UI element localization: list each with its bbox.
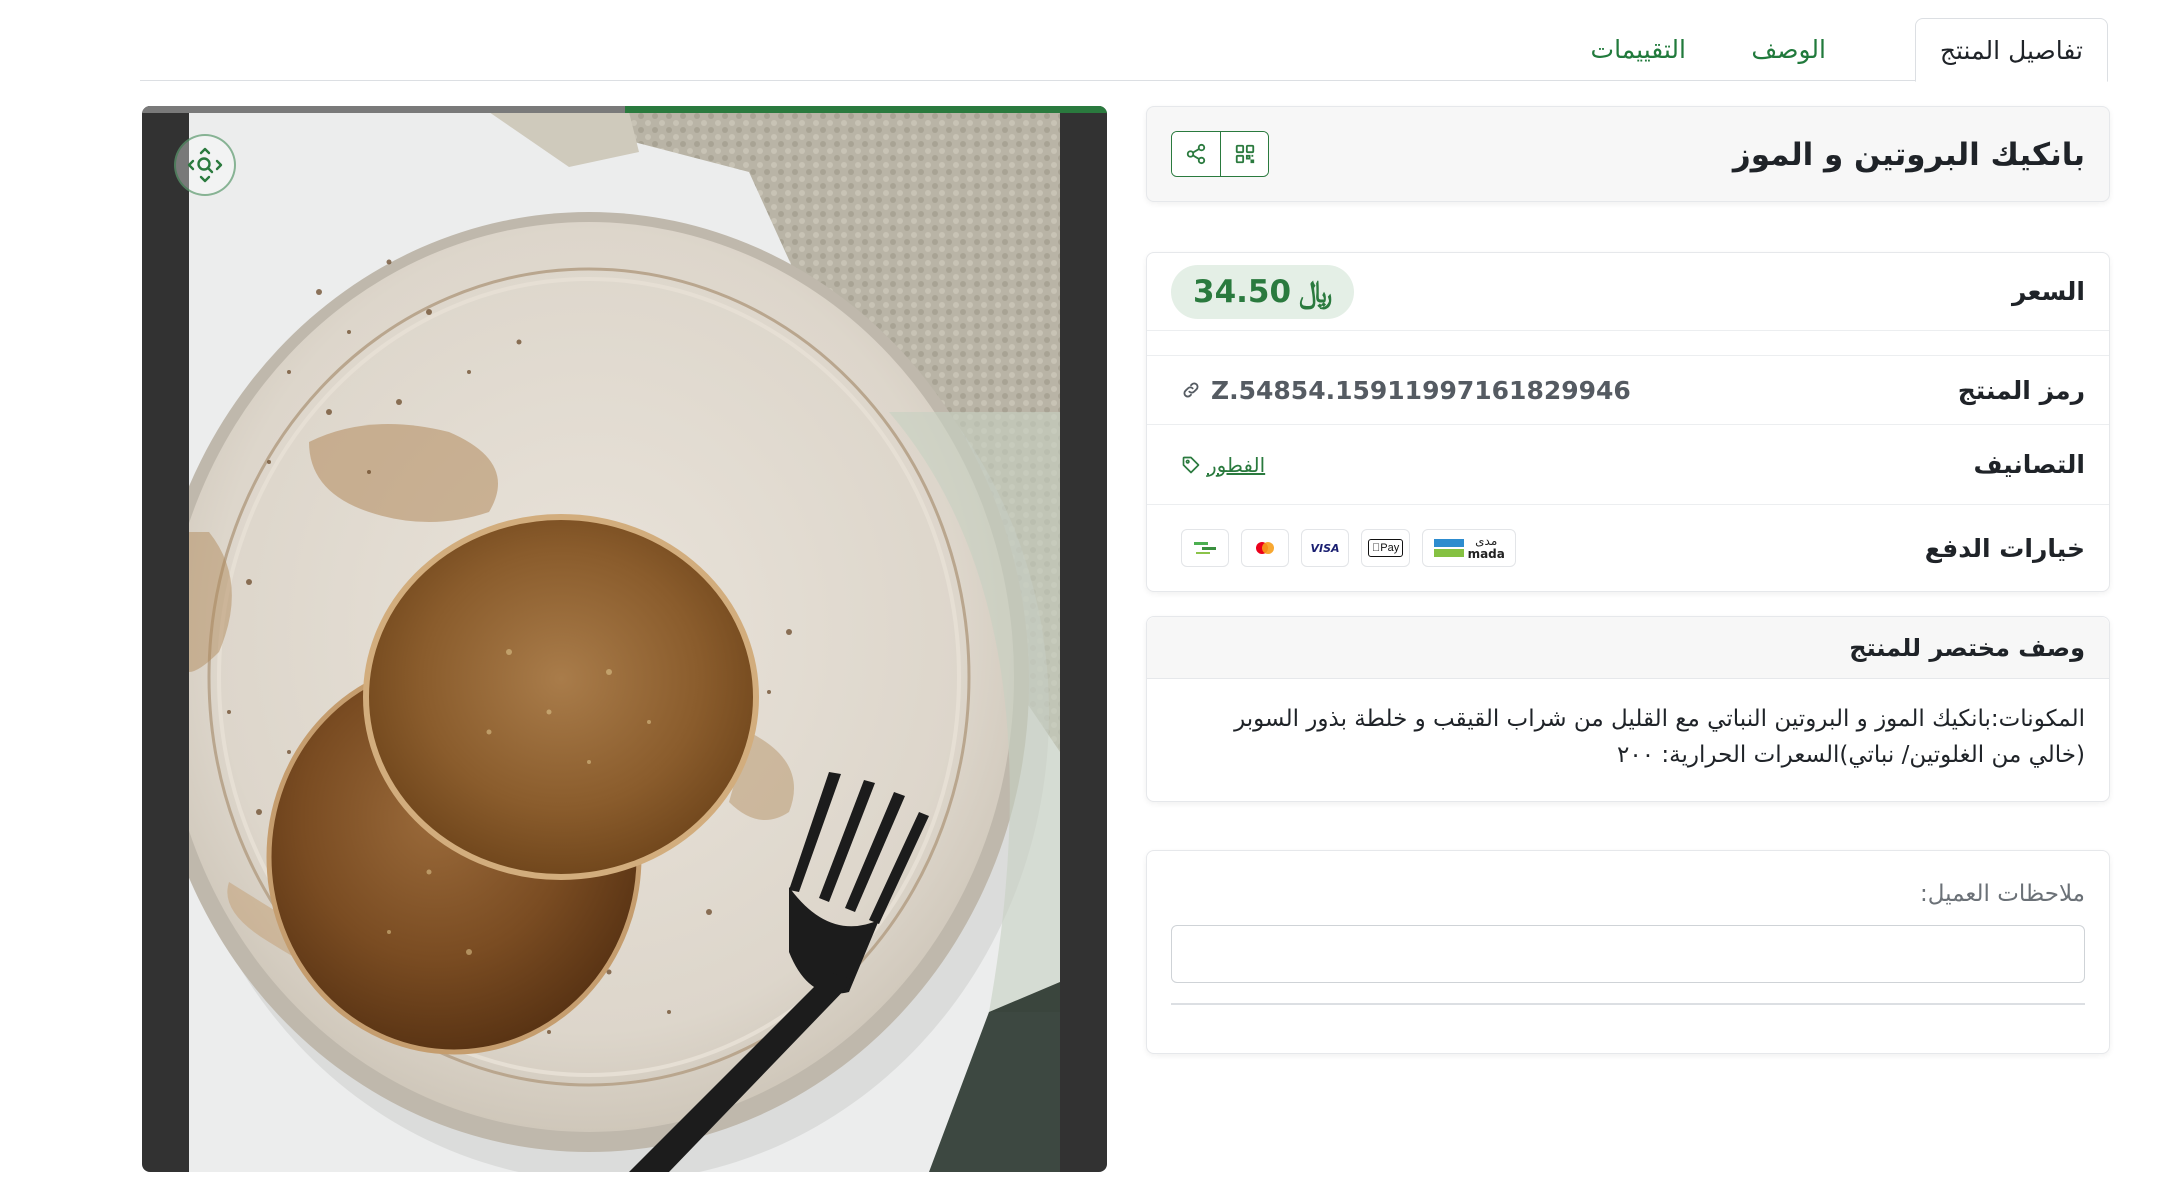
tab-product-details[interactable]: تفاصيل المنتج <box>1914 18 2108 82</box>
payment-options-row: خيارات الدفع VISA Pay <box>1147 505 2109 591</box>
mastercard-icon <box>1241 529 1289 567</box>
sku-row: رمز المنتج Z.54854.15911997161829946 <box>1147 355 2109 425</box>
slide-progress-bar <box>142 106 1107 113</box>
share-icon <box>1186 143 1206 165</box>
sku-value-container[interactable]: Z.54854.15911997161829946 <box>1181 376 1631 405</box>
price-label: السعر <box>2011 277 2085 306</box>
short-description-header: وصف مختصر للمنتج <box>1147 617 2109 679</box>
short-description-card: وصف مختصر للمنتج المكونات:بانكيك الموز و… <box>1146 616 2110 802</box>
qr-code-button[interactable] <box>1220 132 1268 176</box>
product-details-card: السعر 34.50 ﷼ رمز المنتج Z.54854.1591199… <box>1146 252 2110 592</box>
sku-label: رمز المنتج <box>1957 375 2085 405</box>
link-icon <box>1183 382 1199 398</box>
customer-notes-card: ملاحظات العميل: <box>1146 850 2110 1054</box>
share-button[interactable] <box>1172 132 1220 176</box>
slide-progress-fill <box>624 106 1107 113</box>
price-badge: 34.50 ﷼ <box>1171 265 1355 319</box>
product-photo[interactable] <box>189 112 1060 1172</box>
sku-value: Z.54854.15911997161829946 <box>1211 375 1631 405</box>
mada-icon: مدى mada <box>1422 529 1517 567</box>
visa-icon: VISA <box>1301 529 1349 567</box>
category-link[interactable]: الفطور <box>1181 453 1265 477</box>
tab-reviews[interactable]: التقييمات <box>1567 18 1710 81</box>
payment-methods: VISA Pay مدى mada <box>1181 529 1517 567</box>
bank-transfer-icon <box>1181 529 1229 567</box>
product-actions <box>1171 131 1269 177</box>
price-row: السعر 34.50 ﷼ <box>1147 253 2109 331</box>
divider <box>1171 1003 2085 1005</box>
tag-icon <box>1182 456 1200 473</box>
apple-pay-icon: Pay <box>1361 529 1411 567</box>
qr-code-icon <box>1235 144 1254 164</box>
apple-logo-icon:  <box>1372 542 1380 554</box>
price-value: 34.50 <box>1193 274 1292 310</box>
short-description-heading: وصف مختصر للمنتج <box>1849 634 2085 662</box>
product-title: بانكيك البروتين و الموز <box>1732 137 2085 173</box>
category-name: الفطور <box>1207 452 1266 477</box>
categories-label: التصانيف <box>1973 450 2085 479</box>
categories-row: التصانيف الفطور <box>1147 425 2109 505</box>
zoom-move-icon[interactable] <box>174 134 236 196</box>
payment-options-label: خيارات الدفع <box>1924 533 2085 563</box>
product-image-gallery[interactable] <box>142 106 1107 1172</box>
riyal-currency-icon: ﷼ <box>1299 274 1334 310</box>
product-tabs: تفاصيل المنتج الوصف التقييمات <box>140 18 2108 82</box>
customer-notes-input[interactable] <box>1171 925 2085 983</box>
customer-notes-label: ملاحظات العميل: <box>1920 881 2085 907</box>
tab-description[interactable]: الوصف <box>1727 18 1850 81</box>
short-description-text: المكونات:بانكيك الموز و البروتين النباتي… <box>1234 706 2085 768</box>
product-title-card: بانكيك البروتين و الموز <box>1146 106 2110 202</box>
